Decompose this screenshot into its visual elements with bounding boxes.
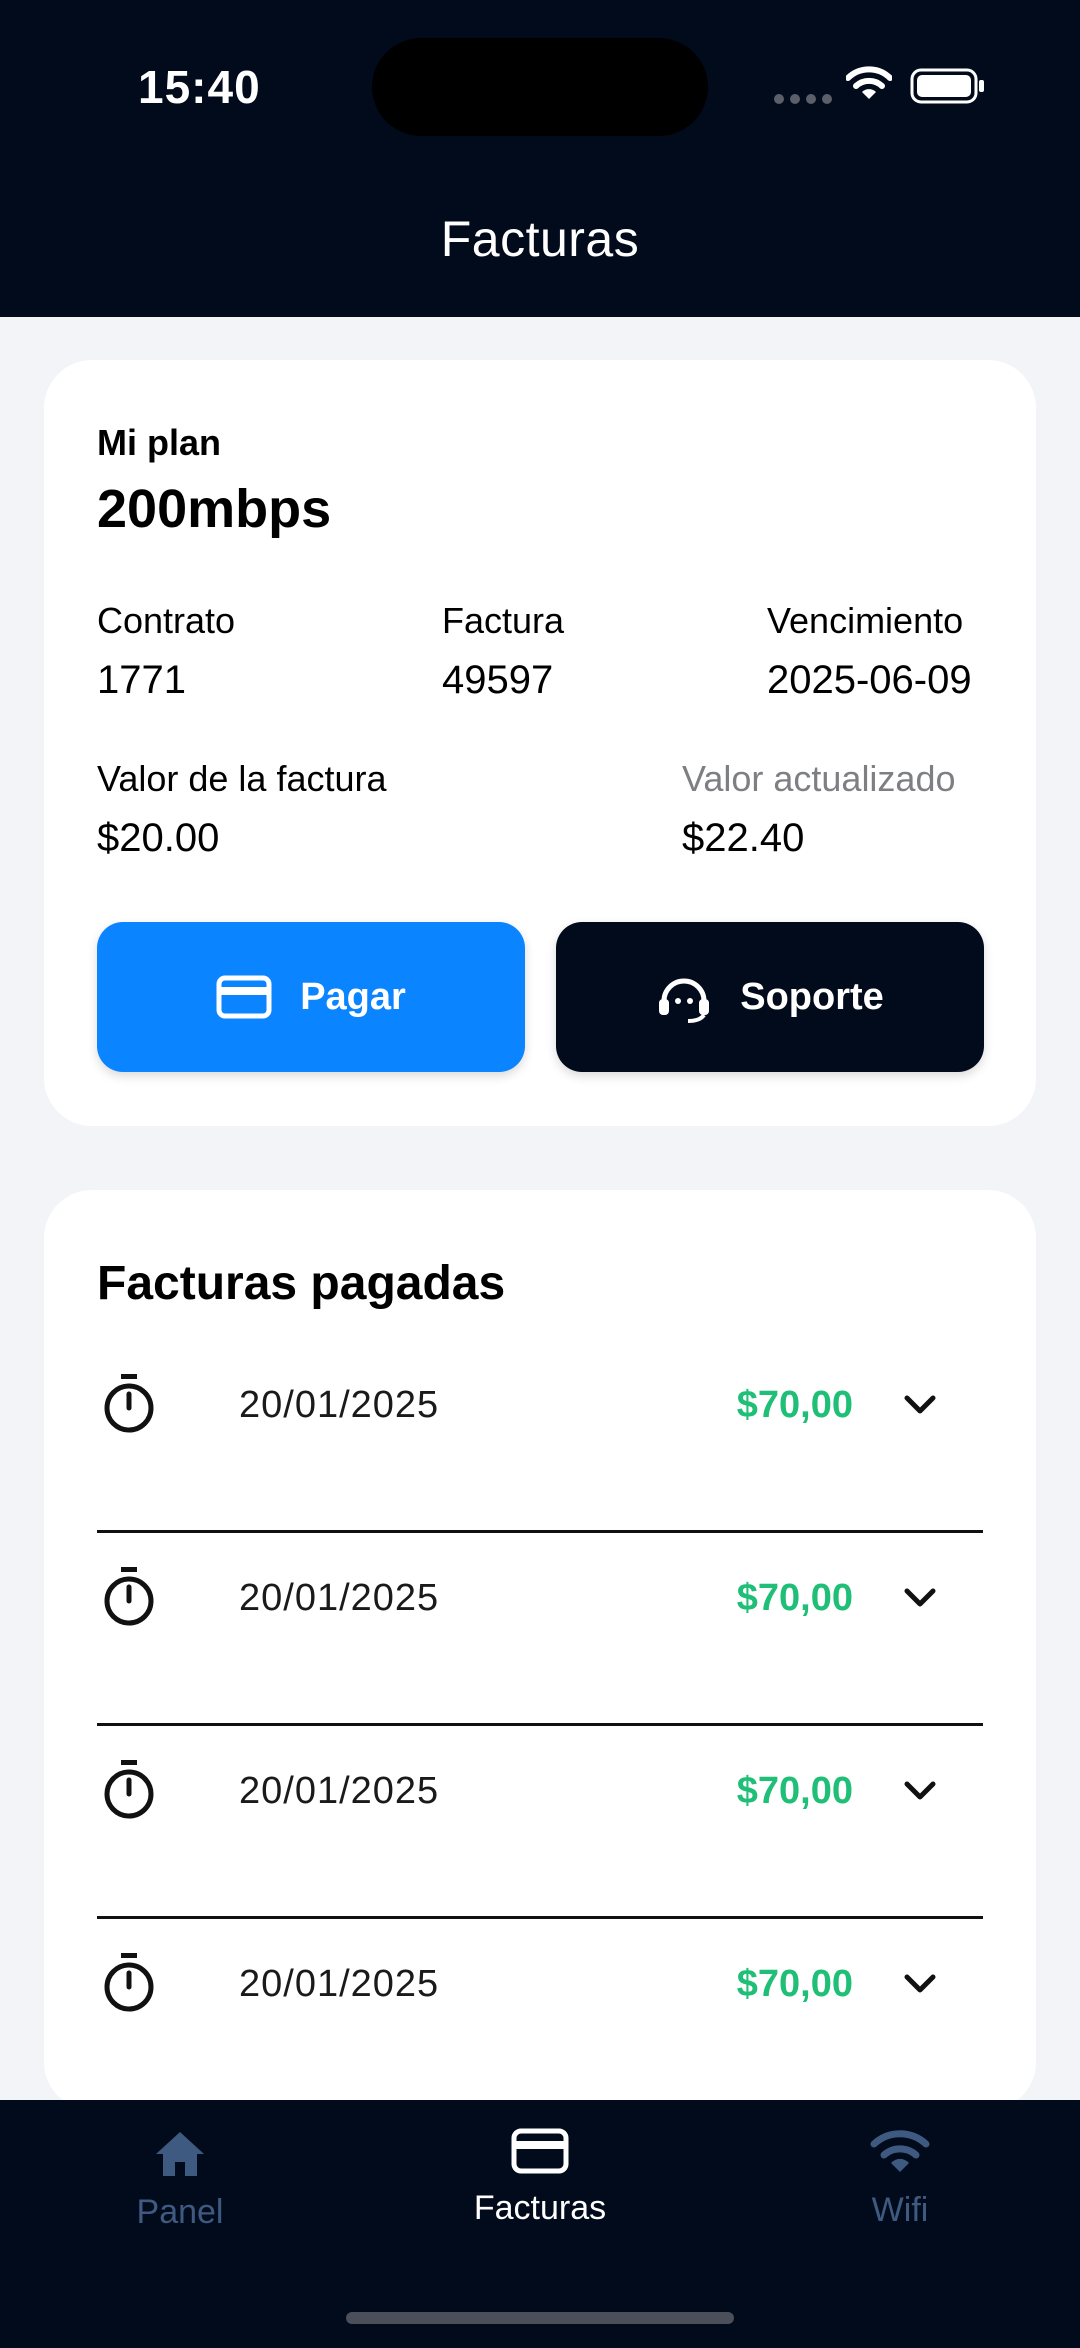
chevron-down-icon[interactable] (903, 1394, 937, 1416)
plan-card: Mi plan 200mbps Contrato 1771 Factura 49… (44, 360, 1036, 1126)
chevron-down-icon[interactable] (903, 1973, 937, 1995)
updated-amount-label: Valor actualizado (682, 758, 956, 799)
invoice-row[interactable]: 20/01/2025 $70,00 (97, 1533, 983, 1726)
credit-card-icon (216, 975, 272, 1019)
dynamic-island (372, 38, 708, 136)
battery-icon (910, 68, 984, 104)
plan-label: Mi plan (97, 422, 221, 463)
wifi-icon (870, 2130, 930, 2172)
invoice-date: 20/01/2025 (239, 1963, 440, 2005)
nav-item-panel[interactable]: Panel (80, 2128, 280, 2232)
nav-label-facturas: Facturas (473, 2189, 607, 2227)
paid-invoices-title: Facturas pagadas (97, 1257, 506, 1310)
invoice-date: 20/01/2025 (239, 1384, 440, 1426)
contract-label: Contrato (97, 600, 236, 641)
chevron-down-icon[interactable] (903, 1780, 937, 1802)
invoice-amount-label: Valor de la factura (97, 758, 387, 799)
invoice-label: Factura (442, 600, 565, 641)
pay-button[interactable]: Pagar (97, 922, 525, 1072)
invoice-row[interactable]: 20/01/2025 $70,00 (97, 1919, 983, 2112)
paid-invoices-card: Facturas pagadas 20/01/2025 $70,00 20/01… (44, 1190, 1036, 2110)
nav-label-panel: Panel (136, 2193, 224, 2231)
due-date-label: Vencimiento (767, 600, 964, 641)
invoice-amount: $70,00 (736, 1577, 853, 1619)
bottom-nav: Panel Facturas Wifi (0, 2100, 1080, 2348)
app-header: 15:40 Facturas (0, 0, 1080, 317)
cellular-signal-icon (774, 94, 832, 104)
support-button-label: Soporte (740, 975, 884, 1018)
invoice-date: 20/01/2025 (239, 1770, 440, 1812)
invoice-amount-value: $20.00 (97, 816, 220, 860)
invoice-row[interactable]: 20/01/2025 $70,00 (97, 1340, 983, 1533)
stopwatch-icon (104, 1953, 154, 2012)
headset-icon (659, 978, 710, 1023)
nav-item-facturas[interactable]: Facturas (440, 2128, 640, 2228)
due-date-value: 2025-06-09 (767, 658, 972, 702)
plan-value: 200mbps (97, 479, 332, 539)
invoice-amount: $70,00 (736, 1770, 853, 1812)
nav-item-wifi[interactable]: Wifi (800, 2128, 1000, 2230)
invoice-value: 49597 (442, 658, 554, 702)
updated-amount-value: $22.40 (682, 816, 805, 860)
credit-card-icon (511, 2128, 569, 2174)
invoice-amount: $70,00 (736, 1963, 853, 2005)
home-indicator (346, 2312, 734, 2324)
contract-value: 1771 (97, 658, 186, 702)
invoice-date: 20/01/2025 (239, 1577, 440, 1619)
page-title: Facturas (440, 211, 640, 267)
home-icon (156, 2132, 204, 2176)
wifi-status-icon (846, 66, 892, 99)
invoice-row[interactable]: 20/01/2025 $70,00 (97, 1726, 983, 1919)
pay-button-label: Pagar (300, 975, 406, 1018)
stopwatch-icon (104, 1567, 154, 1626)
chevron-down-icon[interactable] (903, 1587, 937, 1609)
status-time: 15:40 (138, 61, 261, 113)
invoice-amount: $70,00 (736, 1384, 853, 1426)
stopwatch-icon (104, 1760, 154, 1819)
stopwatch-icon (104, 1374, 154, 1433)
support-button[interactable]: Soporte (556, 922, 984, 1072)
nav-label-wifi: Wifi (871, 2191, 929, 2229)
